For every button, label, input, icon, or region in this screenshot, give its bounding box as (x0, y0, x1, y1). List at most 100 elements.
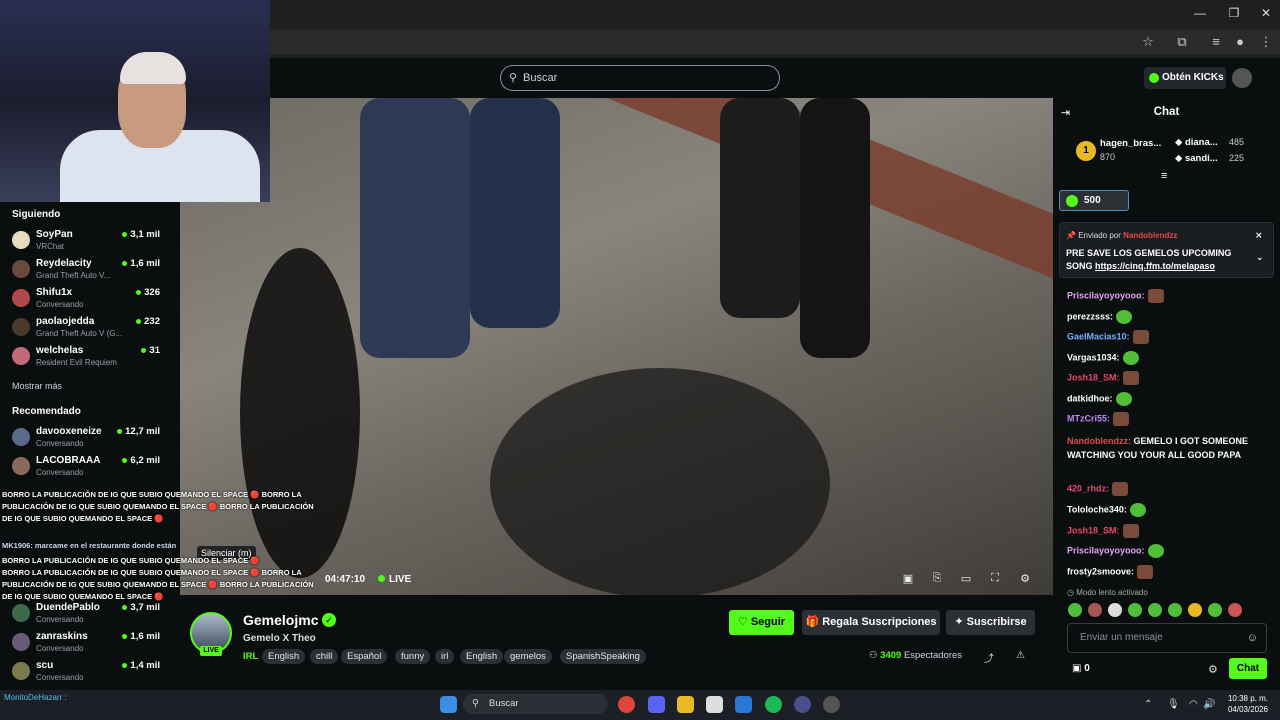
tag-chip[interactable]: English (262, 649, 306, 664)
chat-username[interactable]: perezzsss: (1067, 311, 1113, 321)
search-input[interactable]: ⚲ Buscar (500, 65, 780, 91)
chat-username[interactable]: Vargas1034: (1067, 352, 1120, 362)
gift-subs-button[interactable]: 🎁 Regala Suscripciones (802, 610, 940, 635)
menu-dots-icon[interactable]: ⋮ (1258, 34, 1274, 50)
tag-chip[interactable]: funny (395, 649, 431, 664)
chat-message-input[interactable]: Enviar un mensaje ☺ (1067, 623, 1267, 653)
tag-chip[interactable]: irl (435, 649, 455, 664)
fullscreen-icon[interactable]: ⛶ (988, 572, 1002, 586)
subscribe-button[interactable]: ✦ Suscribirse (946, 610, 1035, 635)
sidebar-channel[interactable]: SoyPan VRChat 3,1 mil (10, 227, 175, 255)
picture-in-picture-icon[interactable]: ▣ (901, 572, 915, 586)
emote-icon[interactable] (1128, 603, 1142, 617)
channel-name: DuendePablo (36, 602, 100, 613)
sidebar-channel[interactable]: davooxeneize Conversando 12,7 mil (10, 424, 175, 452)
theater-mode-icon[interactable]: ▭ (959, 572, 973, 586)
sidebar-channel[interactable]: welchelas Resident Evil Requiem 31 (10, 343, 175, 371)
chat-points[interactable]: ▣ 0 (1072, 663, 1090, 674)
leaderboard-entry[interactable]: ◆ sandi... (1175, 153, 1218, 164)
chat-username[interactable]: Tololoche340: (1067, 504, 1127, 514)
emote-icon[interactable] (1088, 603, 1102, 617)
windows-start-icon[interactable] (440, 696, 457, 713)
tag-chip[interactable]: English (460, 649, 504, 664)
chat-username[interactable]: Priscilayoyoyooo: (1067, 290, 1145, 300)
tray-chevron-icon[interactable]: ⌃ (1144, 699, 1152, 710)
sidebar-channel[interactable]: Reydelacity Grand Theft Auto V... 1,6 mil (10, 256, 175, 284)
address-bar[interactable] (270, 30, 1280, 54)
show-more-link[interactable]: Mostrar más (12, 381, 62, 391)
tag-chip[interactable]: chill (310, 649, 339, 664)
chat-username[interactable]: frosty2smoove: (1067, 567, 1134, 577)
chat-username[interactable]: Priscilayoyoyooo: (1067, 546, 1145, 556)
chat-message: Priscilayoyoyooo: (1067, 544, 1164, 559)
emote-icon[interactable] (1108, 603, 1122, 617)
obs-icon[interactable] (823, 696, 840, 713)
sidebar-channel[interactable]: DuendePablo Conversando 3,7 mil (10, 600, 175, 628)
chat-username[interactable]: 420_rhdz: (1067, 483, 1109, 493)
streamer-name[interactable]: Gemelojmc (243, 612, 318, 628)
chat-username[interactable]: Nandoblendzz: (1067, 436, 1131, 446)
chat-settings-icon[interactable]: ⚙ (1208, 663, 1218, 676)
emote-icon[interactable] (1168, 603, 1182, 617)
tag-chip[interactable]: Español (341, 649, 388, 664)
file-explorer-icon[interactable] (677, 696, 694, 713)
extensions-icon[interactable]: ⧉ (1174, 34, 1190, 50)
emote-icon[interactable] (1068, 603, 1082, 617)
chat-username[interactable]: MTzCri55: (1067, 413, 1110, 423)
sidebar-channel[interactable]: scu Conversando 1,4 mil (10, 658, 175, 686)
pinned-link[interactable]: https://cinq.ffm.to/melapaso (1095, 261, 1215, 271)
emote-icon[interactable] (1228, 603, 1242, 617)
category-link[interactable]: IRL (243, 651, 258, 662)
sidebar-channel[interactable]: Shifu1x Conversando 326 (10, 285, 175, 313)
emote-icon[interactable] (1208, 603, 1222, 617)
subscribe-label: Suscribirse (966, 616, 1027, 628)
app-icon[interactable] (794, 696, 811, 713)
chevron-down-icon[interactable]: ⌄ (1256, 252, 1264, 263)
emoji-picker-icon[interactable]: ☺ (1247, 624, 1258, 652)
chat-username[interactable]: Josh18_SM: (1067, 525, 1120, 535)
chat-username[interactable]: datkidhoe: (1067, 393, 1113, 403)
taskbar-search[interactable]: ⚲ Buscar (463, 694, 608, 714)
leaderboard-entry[interactable]: ◆ diana... (1175, 137, 1218, 148)
system-clock[interactable]: 10:38 p. m. 04/03/2026 (1218, 693, 1268, 715)
microphone-icon[interactable]: 🎙 (1167, 699, 1180, 710)
tag-chip[interactable]: gemelos (504, 649, 552, 664)
chrome-icon[interactable] (618, 696, 635, 713)
mail-icon[interactable] (735, 696, 752, 713)
spotify-icon[interactable] (765, 696, 782, 713)
user-avatar[interactable] (1232, 68, 1252, 88)
unpin-icon[interactable]: ⨯ (1255, 230, 1263, 241)
volume-icon[interactable]: 🔊 (1203, 699, 1215, 710)
media-control-icon[interactable]: ≡ (1208, 34, 1224, 50)
wifi-icon[interactable]: ◠ (1189, 699, 1198, 710)
follow-button[interactable]: ♡ Seguir (729, 610, 794, 635)
leaderboard-points: 870 (1100, 152, 1115, 163)
emote-icon[interactable] (1148, 603, 1162, 617)
sidebar-channel[interactable]: zanraskins Conversando 1,6 mil (10, 629, 175, 657)
sidebar-channel[interactable]: LACOBRAAA Conversando 6,2 mil (10, 453, 175, 481)
discord-icon[interactable] (648, 696, 665, 713)
pinned-by-user[interactable]: Nandoblendzz (1123, 231, 1177, 240)
report-icon[interactable]: ⚠ (1016, 650, 1025, 661)
chat-username[interactable]: GaelMacias10: (1067, 331, 1130, 341)
chat-username[interactable]: Josh18_SM: (1067, 372, 1120, 382)
expand-leaderboard-icon[interactable]: ≡ (1161, 170, 1167, 182)
viewer-count: 1,6 mil (122, 631, 160, 642)
settings-gear-icon[interactable]: ⚙ (1018, 572, 1032, 586)
close-icon[interactable]: ✕ (1246, 6, 1280, 20)
video-player[interactable] (180, 98, 1053, 595)
profile-icon[interactable]: ● (1232, 34, 1248, 50)
get-kicks-button[interactable]: Obtén KICKs (1144, 67, 1226, 89)
leaderboard-entry[interactable]: hagen_bras... (1100, 138, 1161, 149)
bookmark-star-icon[interactable]: ☆ (1140, 34, 1156, 50)
send-chat-button[interactable]: Chat (1229, 658, 1267, 679)
sidebar-channel[interactable]: paolaojedda Grand Theft Auto V (G... 232 (10, 314, 175, 342)
store-icon[interactable] (706, 696, 723, 713)
viewer-number: 3409 (880, 650, 902, 661)
tag-chip[interactable]: SpanishSpeaking (560, 649, 646, 664)
kicks-goal-badge[interactable]: 500 (1059, 190, 1129, 211)
quick-emotes[interactable] (1068, 603, 1268, 619)
clip-icon[interactable]: ⎘ (930, 572, 944, 586)
emote-icon[interactable] (1188, 603, 1202, 617)
share-icon[interactable]: ⤴ (984, 650, 994, 665)
